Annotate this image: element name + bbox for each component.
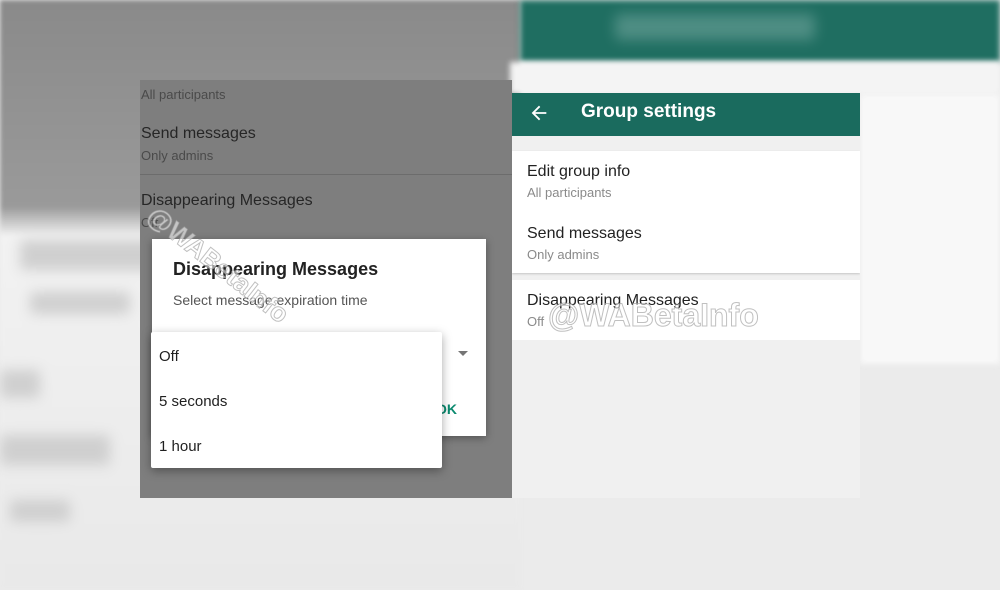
blurred-text-block [10, 500, 70, 522]
row-title: Send messages [527, 225, 642, 242]
row-subtitle: Only admins [527, 247, 600, 262]
app-bar: Group settings [512, 93, 860, 136]
right-screen-group-settings: Group settings Edit group info All parti… [512, 93, 860, 498]
blurred-header-background [520, 0, 1000, 62]
left-row-title: Send messages [141, 125, 256, 142]
blurred-card [860, 94, 1000, 364]
left-row-subtitle: Only admins [141, 148, 214, 163]
dropdown-caret-icon[interactable] [458, 351, 468, 356]
row-subtitle: Off [527, 314, 545, 329]
row-subtitle: All participants [527, 185, 612, 200]
blurred-text-block [30, 292, 130, 314]
blurred-text-block [20, 240, 160, 270]
left-divider [140, 174, 512, 175]
back-arrow-icon[interactable] [528, 102, 550, 124]
option-1-hour[interactable]: 1 hour [159, 438, 202, 455]
option-5-seconds[interactable]: 5 seconds [159, 393, 227, 410]
left-row-subtitle: All participants [141, 87, 226, 102]
option-off[interactable]: Off [159, 348, 179, 365]
blurred-text-block [0, 435, 110, 465]
settings-row-send-messages[interactable]: Send messages Only admins [512, 213, 860, 273]
blurred-header-title [615, 14, 815, 40]
settings-card-permissions: Edit group info All participants Send me… [512, 151, 860, 273]
settings-row-edit-group-info[interactable]: Edit group info All participants [512, 151, 860, 211]
expiration-dropdown-menu: Off 5 seconds 1 hour [151, 332, 442, 468]
blurred-strip [510, 62, 1000, 94]
blurred-text-block [0, 370, 40, 398]
row-title: Edit group info [527, 163, 631, 180]
watermark-right: @WABetaInfo [548, 297, 760, 334]
page-title: Group settings [581, 101, 717, 122]
